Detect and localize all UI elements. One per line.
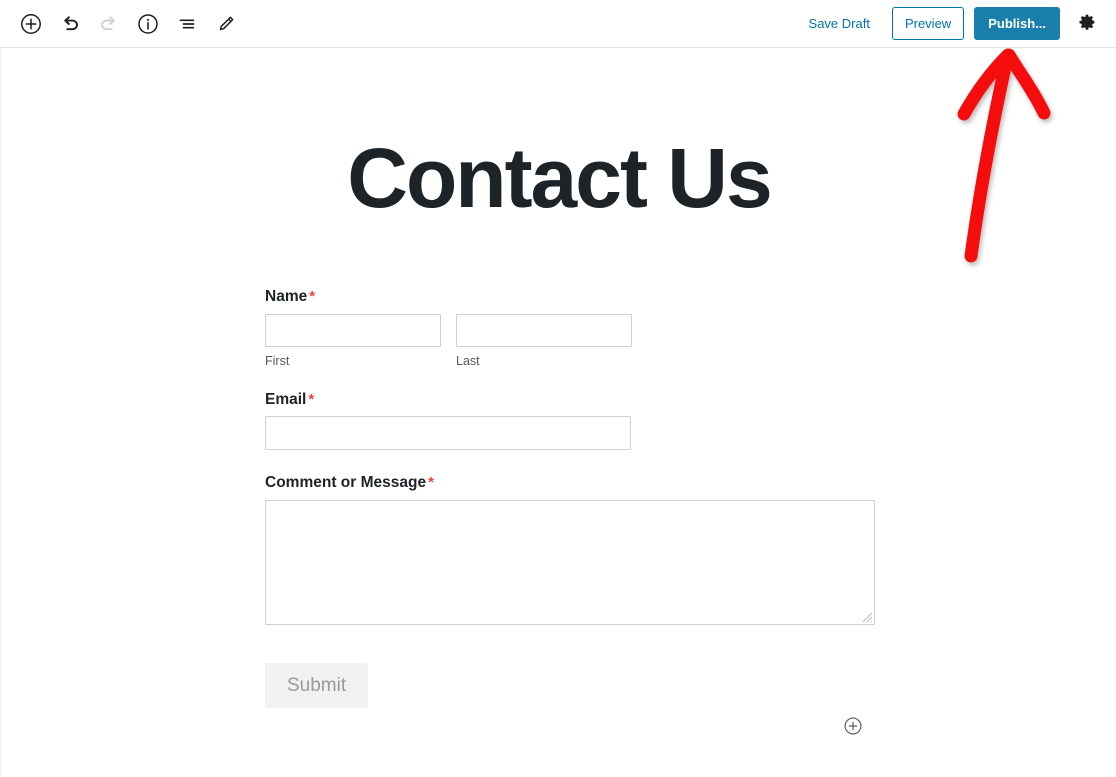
gear-icon — [1076, 11, 1098, 36]
message-label-text: Comment or Message — [265, 474, 427, 492]
content-structure-button[interactable] — [130, 6, 166, 42]
message-textarea[interactable] — [265, 499, 875, 625]
redo-button[interactable] — [91, 6, 127, 42]
name-required-marker: * — [309, 288, 316, 305]
name-first-input[interactable] — [265, 313, 441, 347]
name-first-sublabel: First — [265, 353, 290, 368]
name-last-col: Last — [456, 313, 632, 369]
save-draft-button[interactable]: Save Draft — [799, 10, 880, 37]
add-block-icon — [19, 12, 43, 36]
contact-form: Name * First Last Email * Comment or Mes… — [265, 288, 877, 708]
list-view-icon — [175, 12, 199, 36]
name-last-sublabel: Last — [456, 353, 480, 368]
undo-icon — [58, 12, 82, 36]
email-required-marker: * — [308, 390, 315, 408]
editor-toolbar: Save Draft Preview Publish... — [0, 0, 1116, 48]
wordpress-block-editor: Save Draft Preview Publish... Contact Us… — [0, 0, 1116, 777]
redo-icon — [97, 12, 121, 36]
name-last-input[interactable] — [456, 313, 632, 347]
preview-button[interactable]: Preview — [891, 7, 965, 40]
email-label: Email * — [265, 391, 877, 410]
message-textarea-wrap — [265, 499, 875, 625]
edit-pencil-icon — [214, 12, 238, 36]
settings-button[interactable] — [1070, 7, 1104, 41]
name-first-col: First — [265, 313, 441, 369]
message-label: Comment or Message * — [265, 474, 877, 493]
name-label: Name * — [265, 288, 877, 307]
list-view-button[interactable] — [169, 6, 205, 42]
toolbar-right-actions: Save Draft Preview Publish... — [799, 0, 1116, 48]
undo-button[interactable] — [52, 6, 88, 42]
field-message: Comment or Message * — [265, 474, 877, 625]
email-label-text: Email — [265, 390, 307, 408]
info-icon — [136, 12, 160, 36]
toolbar-left-tools — [0, 0, 247, 48]
add-block-button[interactable] — [13, 6, 49, 42]
name-label-text: Name — [265, 288, 308, 305]
page-title[interactable]: Contact Us — [1, 136, 1116, 220]
field-name: Name * First Last — [265, 288, 877, 369]
bottom-block-inserter-button[interactable] — [843, 716, 863, 736]
editor-canvas[interactable]: Contact Us Name * First Last Email * Com… — [0, 48, 1116, 777]
submit-button[interactable]: Submit — [265, 662, 369, 708]
edit-mode-button[interactable] — [208, 6, 244, 42]
message-required-marker: * — [428, 474, 434, 492]
publish-button[interactable]: Publish... — [974, 7, 1060, 40]
email-input[interactable] — [265, 416, 631, 451]
name-inputs-row: First Last — [265, 313, 877, 369]
field-email: Email * — [265, 391, 877, 451]
